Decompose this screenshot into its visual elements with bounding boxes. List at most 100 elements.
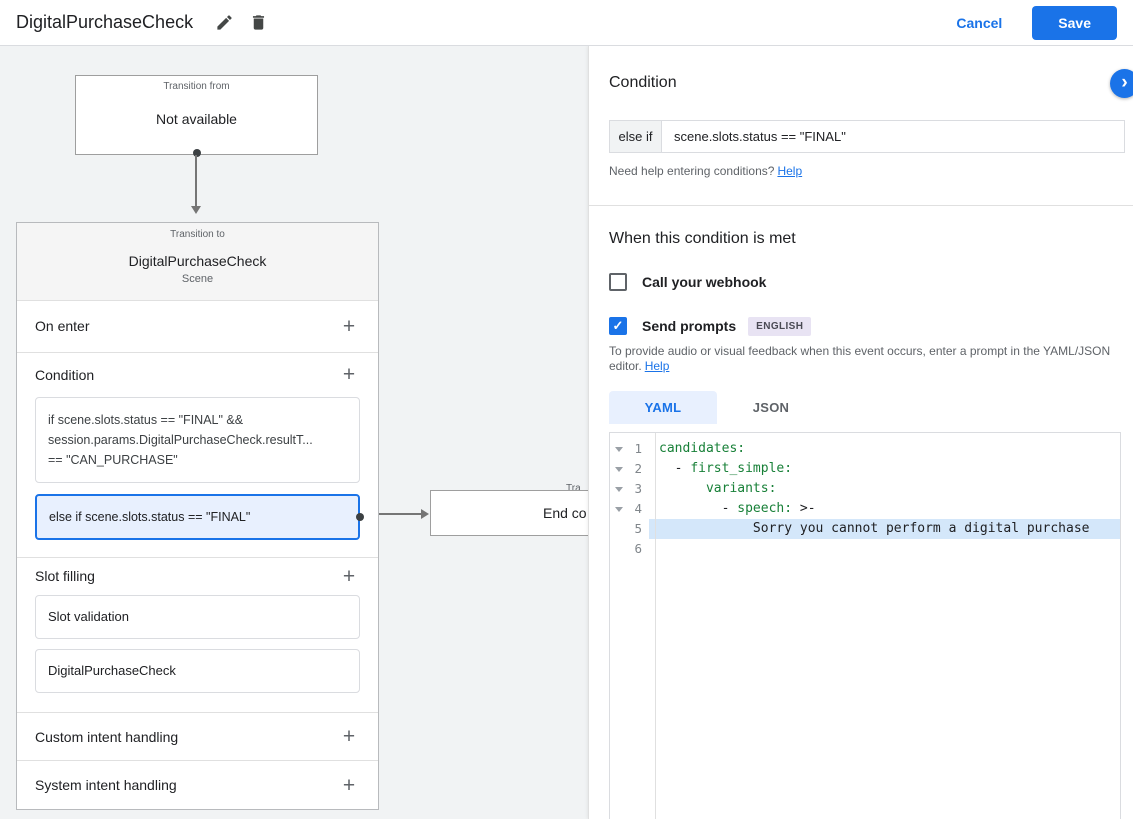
delete-scene-button[interactable] — [241, 6, 275, 40]
transition-to-label: Transition to — [170, 229, 225, 240]
section-slot-filling: Slot filling Slot validation DigitalPurc… — [17, 558, 378, 714]
yaml-key: first_simple: — [690, 461, 793, 476]
condition-text-line: == "CAN_PURCHASE" — [48, 452, 178, 467]
yaml-code-editor[interactable]: 1 candidates: 2 - first_simple: 3 varian… — [609, 432, 1121, 819]
add-condition-button[interactable] — [338, 364, 360, 386]
yaml-plain: - — [659, 461, 691, 476]
condition-expression-input[interactable] — [661, 120, 1125, 153]
code-line-5-highlighted: 5 Sorry you cannot perform a digital pur… — [610, 519, 1120, 539]
yaml-key: candidates: — [659, 441, 746, 456]
line-number: 1 — [634, 441, 642, 456]
panel-divider — [589, 205, 1133, 206]
condition-section-label: Condition — [35, 366, 95, 383]
pencil-icon — [216, 15, 232, 30]
slot-filling-label: Slot filling — [35, 568, 95, 585]
code-line-6: 6 — [610, 539, 1120, 559]
slot-card-validation[interactable]: Slot validation — [35, 594, 360, 639]
code-line-2: 2 - first_simple: — [610, 459, 1120, 479]
webhook-row: Call your webhook — [609, 272, 766, 292]
custom-intent-label: Custom intent handling — [35, 728, 179, 745]
panel-title: Condition — [609, 74, 677, 91]
line-number: 3 — [634, 481, 642, 496]
conditions-help-text: Need help entering conditions? Help — [609, 164, 802, 178]
yaml-plain: >- — [792, 501, 816, 516]
code-line-4: 4 - speech: >- — [610, 499, 1120, 519]
conditions-help-link[interactable]: Help — [777, 164, 802, 178]
condition-text-line: if scene.slots.status == "FINAL" && — [48, 412, 244, 427]
slot-card-digital-purchase-check[interactable]: DigitalPurchaseCheck — [35, 648, 360, 693]
line-number: 5 — [634, 521, 642, 536]
condition-input-row: else if — [609, 120, 1125, 153]
send-prompts-row: Send prompts ENGLISH — [609, 316, 812, 336]
fold-icon[interactable] — [614, 466, 623, 472]
webhook-checkbox[interactable] — [609, 273, 627, 291]
scene-node-title: DigitalPurchaseCheck — [128, 253, 267, 269]
editor-tabs: YAML JSON — [609, 391, 825, 424]
end-conversation-node[interactable]: End co — [430, 490, 590, 536]
slot-card-text: Slot validation — [48, 609, 129, 625]
code-line-1: 1 candidates: — [610, 439, 1120, 459]
yaml-key: variants: — [705, 481, 777, 496]
fold-icon[interactable] — [614, 506, 623, 512]
condition-card-first[interactable]: if scene.slots.status == "FINAL" && sess… — [35, 396, 360, 483]
slot-card-text: DigitalPurchaseCheck — [48, 663, 176, 679]
condition-editor-panel: Condition else if Need help entering con… — [588, 46, 1133, 819]
language-badge: ENGLISH — [748, 316, 812, 336]
condition-operator-label: else if — [609, 120, 662, 153]
editor-hint-text: To provide audio or visual feedback when… — [609, 344, 1113, 374]
trash-icon — [252, 15, 264, 30]
collapse-panel-button[interactable] — [1110, 69, 1133, 98]
end-node-value: End co — [543, 505, 587, 521]
page-title: DigitalPurchaseCheck — [16, 12, 194, 32]
hint-body: To provide audio or visual feedback when… — [609, 344, 1111, 373]
scene-node: Transition to DigitalPurchaseCheck Scene… — [16, 222, 379, 810]
top-bar: DigitalPurchaseCheck Cancel Save — [0, 0, 1133, 46]
connector-port-dot — [356, 512, 364, 521]
section-custom-intent-handling[interactable]: Custom intent handling — [17, 713, 378, 762]
editor-help-link[interactable]: Help — [645, 359, 670, 373]
slot-filling-section-head: Slot filling — [17, 558, 378, 595]
send-prompts-label: Send prompts — [642, 318, 737, 334]
line-number: 2 — [634, 461, 642, 476]
section-system-intent-handling[interactable]: System intent handling — [17, 761, 378, 809]
yaml-plain: Sorry you cannot perform a digital purch… — [659, 521, 1090, 536]
scene-flow-canvas: Transition from Not available Tra End co… — [0, 46, 590, 819]
arrow-down-icon — [191, 206, 201, 214]
save-button[interactable]: Save — [1032, 5, 1117, 40]
line-number: 4 — [634, 501, 642, 516]
webhook-label: Call your webhook — [642, 274, 767, 290]
transition-from-node[interactable]: Transition from Not available — [75, 75, 318, 155]
transition-from-value: Not available — [156, 111, 237, 127]
send-prompts-checkbox[interactable] — [609, 317, 627, 335]
condition-met-heading: When this condition is met — [609, 230, 796, 247]
yaml-plain — [659, 481, 706, 496]
connector-line-vertical — [195, 155, 197, 206]
arrow-right-icon — [421, 509, 429, 519]
section-on-enter[interactable]: On enter — [17, 301, 378, 353]
condition-text-line: session.params.DigitalPurchaseCheck.resu… — [48, 432, 313, 447]
chevron-right-icon — [1121, 76, 1127, 92]
add-on-enter-button[interactable] — [338, 315, 360, 337]
condition-selected-text: else if scene.slots.status == "FINAL" — [49, 509, 251, 524]
add-system-intent-button[interactable] — [338, 774, 360, 796]
yaml-key: speech: — [737, 501, 793, 516]
add-custom-intent-button[interactable] — [338, 726, 360, 748]
help-prompt-text: Need help entering conditions? — [609, 164, 775, 178]
system-intent-label: System intent handling — [35, 777, 177, 794]
tab-yaml[interactable]: YAML — [609, 391, 717, 424]
fold-icon[interactable] — [614, 486, 623, 492]
on-enter-label: On enter — [35, 318, 90, 335]
tab-json[interactable]: JSON — [717, 391, 825, 424]
fold-icon[interactable] — [614, 446, 623, 452]
code-line-3: 3 variants: — [610, 479, 1120, 499]
yaml-plain: - — [659, 501, 738, 516]
scene-node-subtitle: Scene — [181, 273, 214, 285]
condition-section-head: Condition — [17, 353, 378, 397]
condition-card-selected[interactable]: else if scene.slots.status == "FINAL" — [35, 493, 364, 540]
section-condition: Condition if scene.slots.status == "FINA… — [17, 353, 378, 558]
edit-name-button[interactable] — [207, 6, 241, 40]
scene-node-header[interactable]: Transition to DigitalPurchaseCheck Scene — [17, 223, 378, 301]
cancel-button[interactable]: Cancel — [956, 15, 1002, 31]
line-number: 6 — [634, 541, 642, 556]
add-slot-button[interactable] — [338, 565, 360, 587]
